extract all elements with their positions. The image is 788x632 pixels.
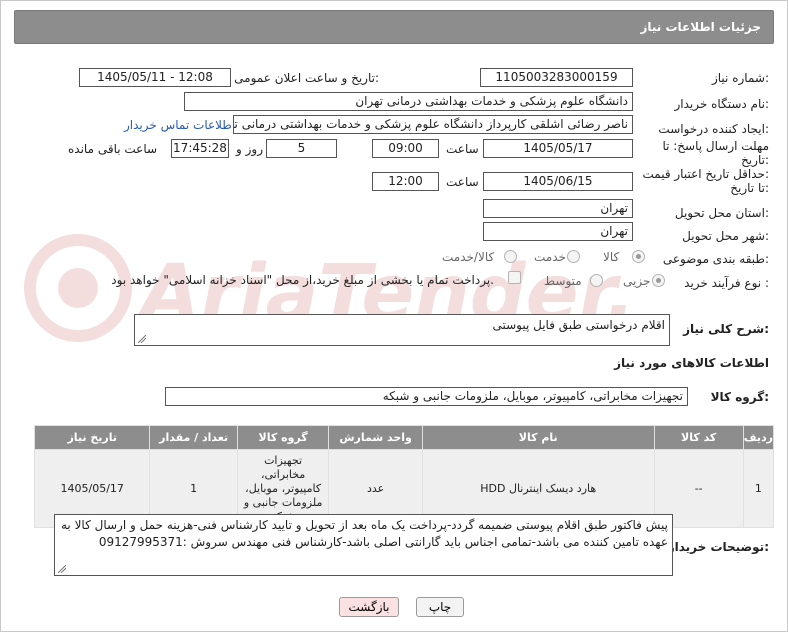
announce-datetime-field[interactable]: 1405/05/11 - 12:08 [79,68,231,87]
process-option-minor: جزیی [623,274,651,288]
validity-time-label: ساعت [446,175,479,189]
treasury-payment-text: پرداخت تمام یا بخشی از مبلغ خرید،از محل … [111,273,494,287]
deadline-time-label: ساعت [446,142,479,156]
col-row: ردیف [742,425,775,450]
province-label: استان محل تحویل: [674,206,769,220]
category-option-goods-service: کالا/خدمت [442,250,495,264]
days-field[interactable]: 5 [266,139,337,158]
process-type-label: نوع فرآیند خرید : [684,276,769,290]
requester-field[interactable]: ناصر رضائی اشلقی کارپرداز دانشگاه علوم پ… [233,115,633,134]
validity-date-field[interactable]: 1405/06/15 [483,172,633,191]
category-label: طبقه بندی موضوعی: [662,252,769,266]
deadline-time-field[interactable]: 09:00 [372,139,439,158]
need-number-field[interactable]: 1105003283000159 [480,68,633,87]
col-qty: تعداد / مقدار [149,425,238,450]
goods-section-title: اطلاعات کالاهای مورد نیاز [614,356,769,370]
description-label: شرح کلی نیاز: [683,322,769,336]
validity-label-line2: تا تاریخ: [730,181,769,195]
buyer-notes-field[interactable]: پیش فاکتور طبق اقلام پیوستی ضمیمه گردد-پ… [54,514,673,576]
description-text: اقلام درخواستی طبق فایل پیوستی [492,318,665,332]
announce-label: تاریخ و ساعت اعلان عمومی: [234,71,379,85]
goods-table-header: ردیف کد کالا نام کالا واحد شمارش گروه کا… [33,425,775,450]
goods-group-label: گروه کالا: [710,390,769,404]
requester-label: ایجاد کننده درخواست: [658,122,769,136]
validity-label-line1: حداقل تاریخ اعتبار قیمت: [642,167,769,181]
buyer-contact-link[interactable]: اطلاعات تماس خریدار [124,118,235,132]
panel-header: جزئیات اطلاعات نیاز [14,10,774,44]
goods-table: ردیف کد کالا نام کالا واحد شمارش گروه کا… [33,425,775,528]
buyer-notes-label: توضیحات خریدار: [667,540,769,554]
city-field[interactable]: تهران [483,222,633,241]
col-code: کد کالا [653,425,744,450]
deadline-label-line2: تاریخ: [741,153,769,167]
province-field[interactable]: تهران [483,199,633,218]
days-label: روز و [236,142,263,156]
buyer-org-label: نام دستگاه خریدار: [674,97,770,111]
city-label: شهر محل تحویل: [682,229,769,243]
description-field[interactable]: اقلام درخواستی طبق فایل پیوستی [134,314,670,346]
print-button[interactable]: چاپ [416,597,464,617]
treasury-payment-checkbox[interactable] [508,271,521,284]
remaining-time-field[interactable]: 17:45:28 [171,139,229,158]
cell-row: 1 [742,449,775,528]
buyer-org-field[interactable]: دانشگاه علوم پزشکی و خدمات بهداشتی درمان… [184,92,633,111]
remaining-time-label: ساعت باقی مانده [68,142,158,156]
category-option-goods: کالا [603,250,620,264]
panel-title: جزئیات اطلاعات نیاز [640,20,761,34]
category-radio-goods-service[interactable] [504,250,517,263]
need-number-label: شماره نیاز: [711,71,769,85]
back-button[interactable]: بازگشت [339,597,399,617]
col-unit: واحد شمارش [328,425,423,450]
col-name: نام کالا [421,425,655,450]
resize-grip-icon[interactable] [138,335,146,343]
buyer-notes-text: پیش فاکتور طبق اقلام پیوستی ضمیمه گردد-پ… [61,518,668,549]
deadline-label-line1: مهلت ارسال پاسخ: تا [662,139,769,153]
category-option-service: خدمت [534,250,566,264]
deadline-date-field[interactable]: 1405/05/17 [483,139,633,158]
goods-group-field[interactable]: تجهیزات مخابراتی، کامپیوتر، موبایل، ملزو… [165,387,688,406]
process-radio-minor[interactable] [652,274,665,287]
process-radio-medium[interactable] [590,274,603,287]
category-radio-service[interactable] [567,250,580,263]
process-option-medium: متوسط [544,274,582,288]
validity-time-field[interactable]: 12:00 [372,172,439,191]
category-radio-goods[interactable] [632,250,645,263]
resize-grip-icon[interactable] [58,565,66,573]
col-date: تاریخ نیاز [33,425,151,450]
col-group: گروه کالا [236,425,330,450]
